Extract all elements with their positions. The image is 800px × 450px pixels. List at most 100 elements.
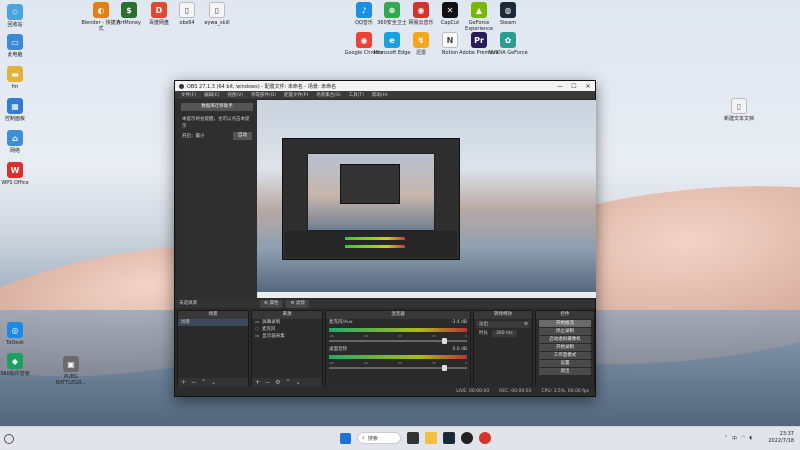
desktop-icon-label: 控制面板 [4,116,25,122]
app-icon: ✕ [442,2,458,18]
menu-item[interactable]: 停靠部件(D) [251,92,276,98]
desktop-icon[interactable]: ▬ fm [0,66,36,90]
volume-slider[interactable] [329,338,467,344]
windows-start-icon[interactable] [340,432,351,444]
desktop-icon-label: 360软件管家 [0,371,30,377]
desktop-icon[interactable]: ◎ ToDesk [0,322,36,346]
netease-music-icon[interactable] [479,432,491,444]
desktop-icon[interactable]: ✿ NVIDIA GeForce [487,32,529,56]
remove-icon[interactable]: − [265,379,270,386]
obs-window[interactable]: OBS 27.1.3 (64 bit, windows) - 配置文件: 未命名… [174,80,596,397]
app-icon: ◉ [356,32,372,48]
move-up-icon[interactable]: ⌃ [201,379,206,386]
scene-item[interactable]: 场景 [178,319,248,326]
menu-item[interactable]: 编辑(E) [204,92,219,98]
move-down-icon[interactable]: ⌄ [295,379,300,386]
source-item[interactable]: ▭ 显示器采集 [252,333,322,340]
duration-row: 时长 300 ms [476,330,530,337]
desktop-icon[interactable]: ▦ 控制面板 [0,98,36,122]
menu-item[interactable]: 工具(T) [349,92,364,98]
transition-type: 淡出 [479,322,488,327]
volume-slider[interactable] [329,365,467,371]
desktop-icon-label: NVIDIA GeForce [488,50,528,56]
move-up-icon[interactable]: ⌃ [285,379,290,386]
source-item[interactable]: ▭ 屏幕录制 [252,319,322,326]
clock-date: 2022/7/18 [768,438,794,444]
control-button[interactable]: 设置 [539,360,591,367]
desktop-icon[interactable]: ♲ 回收站 [0,4,36,28]
desktop-icon-label: 此电脑 [7,52,23,58]
control-button[interactable]: 工作室模式 [539,352,591,359]
menu-item[interactable]: 视图(V) [227,92,243,98]
obs-preview-canvas[interactable] [210,100,596,298]
maximize-button[interactable]: ☐ [567,83,581,90]
close-button[interactable]: ✕ [581,83,595,90]
scene-item-label: 场景 [181,320,190,325]
remove-icon[interactable]: − [191,379,196,386]
wifi-icon[interactable]: ◠ [741,435,745,442]
widgets-icon[interactable] [4,434,14,444]
menu-item[interactable]: 文件(F) [181,92,196,98]
control-button[interactable]: 停止录制 [539,328,591,335]
app-icon: $ [121,2,137,18]
desktop-icon[interactable]: ▣ PUBG BATTLEGR... [50,356,92,386]
audio-level-meter [329,355,467,359]
desktop-icon[interactable]: ▭ 此电脑 [0,34,36,58]
app-icon: Pr [471,32,487,48]
left-panel-header: 数据库迁移助手 [181,103,253,111]
app-icon: ◉ [413,2,429,18]
left-panel-button[interactable]: 自动 [233,132,252,140]
scenes-dock: 场景 场景 + − ⌃ ⌄ [177,310,249,388]
menu-item[interactable]: 场景集合(S) [316,92,340,98]
control-button[interactable]: 开始推流 [539,320,591,327]
scenes-dock-title: 场景 [178,311,248,319]
menu-item[interactable]: 帮助(H) [372,92,388,98]
recursive-taskbar [210,292,596,298]
desktop-icon-label: 回收站 [7,22,23,28]
control-button[interactable]: 退出 [539,368,591,375]
duration-input[interactable]: 300 ms [492,330,517,337]
obs-window-title: OBS 27.1.3 (64 bit, windows) - 配置文件: 未命名… [187,83,337,90]
app-icon: e [384,32,400,48]
chevron-up-icon[interactable]: ⌃ [724,435,728,442]
app-icon: D [151,2,167,18]
control-button[interactable]: 启动虚拟摄像机 [539,336,591,343]
source-item[interactable]: ◌ 麦克风 [252,326,322,333]
obs-taskbar-icon[interactable] [461,432,473,444]
minimize-button[interactable]: — [553,83,567,90]
obs-left-panel: 数据库迁移助手 本提示将会提醒，也可以点击本提示 开启：最小 自动 [177,100,257,300]
volume-icon[interactable]: ◖ [749,435,752,442]
desktop-icon[interactable]: W WPS Office [0,162,36,186]
scenes-dock-toolbar: + − ⌃ ⌄ [178,378,248,387]
file-explorer-icon[interactable] [425,432,437,444]
taskbar-search[interactable]: ⌕ 搜索 [357,432,401,444]
menu-item[interactable]: 配置文件(P) [284,92,308,98]
desktop-icon[interactable]: ⌂ 网络 [0,130,36,154]
desktop-icon-text-file[interactable]: ▯ 新建文本文档 [718,98,760,122]
filters-button[interactable]: ⚙ 滤镜 [286,300,309,308]
clock[interactable]: 23:37 2022/7/18 [768,431,794,445]
add-icon[interactable]: + [255,379,260,386]
app-icon: ◐ [93,2,109,18]
desktop-icon[interactable]: ◍ Steam [487,2,529,26]
properties-button[interactable]: ⚙ 属性 [260,300,283,308]
no-source-selected-label: 未选择源 [179,301,197,306]
app-icon: ⊕ [384,2,400,18]
obs-title-bar[interactable]: OBS 27.1.3 (64 bit, windows) - 配置文件: 未命名… [175,81,595,91]
obs-logo-icon [179,83,184,89]
app-icon: ▬ [7,66,23,82]
control-button[interactable]: 开始录制 [539,344,591,351]
cpu-status: CPU: 3.5%, 60.00 fps [541,389,590,394]
task-view-icon[interactable] [407,432,419,444]
transition-select[interactable]: 淡出 ⚙ [476,321,530,328]
desktop-icon[interactable]: ◆ 360软件管家 [0,353,36,377]
steam-icon[interactable] [443,432,455,444]
mixer-channel: 桌面音频 0.0 dB -60 -45 -30 -15 0 [326,346,470,371]
move-down-icon[interactable]: ⌄ [211,379,216,386]
add-icon[interactable]: + [181,379,186,386]
gear-icon[interactable]: ⚙ [275,379,280,386]
ime-icon[interactable]: 中 [732,435,737,442]
desktop-icon[interactable]: ▯ eywa_skill [196,2,238,26]
gear-icon[interactable]: ⚙ [524,321,528,328]
clock-time: 23:37 [779,431,794,437]
